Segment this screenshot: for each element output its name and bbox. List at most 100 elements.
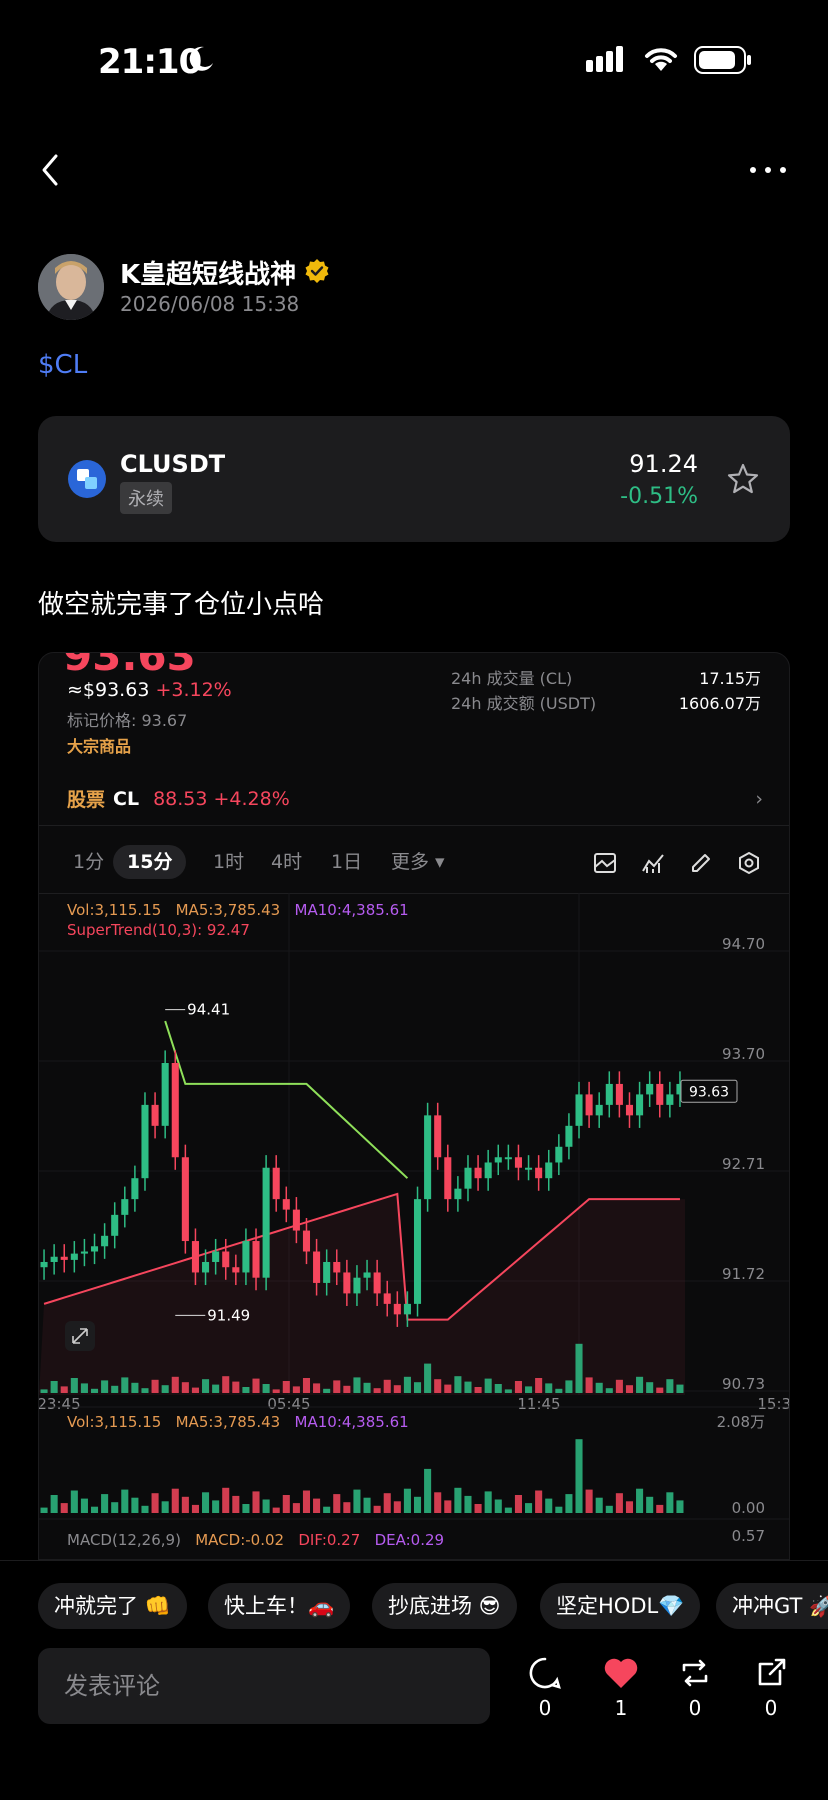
volume-bar-lower (444, 1500, 452, 1513)
volume-bar (202, 1379, 210, 1393)
more-icon[interactable] (748, 160, 788, 180)
quick-reply-chip[interactable]: 冲就完了 👊 (38, 1583, 187, 1629)
volume-bar-lower (464, 1495, 472, 1513)
candle-body (90, 1246, 99, 1252)
volume-bar (242, 1387, 250, 1393)
volume-bar-lower (555, 1506, 563, 1513)
volume-bar (171, 1376, 179, 1393)
volume-bar (40, 1389, 48, 1393)
volume-bar (80, 1383, 88, 1393)
candle-body (615, 1083, 623, 1105)
volume-bar (343, 1385, 351, 1393)
candle-body (525, 1167, 533, 1170)
volume-bar-lower (636, 1488, 644, 1513)
comment-count: 0 (538, 1696, 552, 1720)
volume-bar-lower (40, 1507, 48, 1513)
star-icon[interactable] (726, 462, 760, 496)
volume-bar-lower (514, 1495, 522, 1513)
volume-bar-lower (60, 1503, 68, 1513)
quick-reply-chip[interactable]: 冲冲GT 🚀 (716, 1583, 828, 1629)
macd-axis-top: 0.57 (732, 1527, 765, 1545)
like-count: 1 (614, 1696, 628, 1720)
back-icon[interactable] (36, 150, 66, 190)
candle-body (40, 1261, 48, 1268)
volume-bar (413, 1382, 422, 1393)
volume-bar (484, 1378, 492, 1393)
y-tick-label: 94.70 (722, 935, 765, 953)
volume-bar-lower (121, 1489, 129, 1513)
volume-bar-lower (666, 1492, 674, 1513)
candle-body (141, 1104, 149, 1179)
volume-bar (454, 1376, 462, 1393)
low-label: 91.49 (207, 1306, 250, 1324)
comment-input[interactable]: 发表评论 (38, 1648, 490, 1724)
quick-reply-chip[interactable]: 快上车！🚗 (208, 1583, 351, 1629)
candle-body (151, 1104, 159, 1126)
bottom-action-bar: 发表评论 0 1 0 0 (0, 1648, 828, 1800)
y-tick-label: 92.71 (722, 1155, 765, 1173)
candle-body (242, 1241, 250, 1273)
volume-bar-lower (403, 1488, 411, 1513)
candle-body (625, 1104, 634, 1116)
candle-body (252, 1241, 260, 1278)
volume-bar (383, 1379, 391, 1393)
volume-bar (464, 1381, 472, 1393)
like-button[interactable]: 1 (596, 1656, 646, 1720)
ticker-tag-link[interactable]: $CL (38, 350, 87, 380)
volume-bar-lower (504, 1507, 512, 1513)
market-card[interactable]: CLUSDT 永续 91.24 -0.51% (38, 416, 790, 542)
candle-body (474, 1167, 482, 1179)
share-button[interactable]: 0 (746, 1656, 796, 1720)
volume-bar-lower (656, 1504, 664, 1513)
volume-bar (353, 1377, 361, 1393)
supertrend-up-line (164, 1020, 409, 1179)
market-symbol: CLUSDT (120, 450, 226, 478)
post-date: 2026/06/08 15:38 (120, 292, 300, 316)
volume-bar-lower (484, 1491, 492, 1513)
volume-bar (232, 1381, 240, 1393)
volume-bar-lower (191, 1504, 199, 1513)
volume-bar-lower (302, 1490, 311, 1513)
comment-button[interactable]: 0 (520, 1656, 570, 1720)
candle-body (494, 1157, 502, 1163)
volume-bar-lower (242, 1504, 250, 1513)
candle-body (161, 1062, 169, 1126)
share-icon (758, 1658, 786, 1686)
volume-bar-lower (292, 1503, 300, 1513)
candle-body (191, 1241, 199, 1273)
candle-body (636, 1094, 644, 1116)
quick-reply-chip[interactable]: 坚定HODL💎 (540, 1583, 701, 1629)
repost-button[interactable]: 0 (670, 1656, 720, 1720)
candle-body (131, 1178, 139, 1200)
volume-bar (373, 1388, 381, 1393)
candle-body (424, 1115, 432, 1200)
volume-bar-lower (232, 1495, 240, 1513)
volume-bar (444, 1384, 452, 1393)
candle-body (555, 1146, 563, 1163)
volume-bar-lower (676, 1500, 684, 1513)
embedded-chart-image[interactable]: 93.63 ≈$93.63 +3.12% 标记价格: 93.67 大宗商品 24… (38, 652, 790, 1560)
volume-bar-lower (161, 1501, 169, 1513)
candle-body (111, 1214, 119, 1236)
author-name[interactable]: K皇超短线战神 (120, 254, 296, 291)
candle-body (575, 1094, 583, 1126)
candle-body (413, 1199, 422, 1304)
volume-bar (646, 1382, 654, 1393)
candle-body (565, 1125, 573, 1147)
wifi-icon (645, 48, 677, 71)
comment-icon (529, 1657, 561, 1689)
candle-body (121, 1199, 129, 1215)
volume-bar-lower (393, 1501, 401, 1513)
volume-bar (141, 1388, 149, 1393)
candle-body (595, 1104, 603, 1116)
volume-bar-lower (565, 1494, 573, 1513)
volume-bar-lower (262, 1499, 270, 1513)
volume-bar (666, 1379, 674, 1393)
avatar[interactable] (38, 254, 104, 320)
volume-bar-lower (575, 1439, 583, 1513)
volume-bar-lower (90, 1506, 99, 1513)
volume-bar (595, 1382, 603, 1393)
quick-reply-chip[interactable]: 抄底进场 😎 (372, 1583, 517, 1629)
signal-icon (586, 46, 623, 72)
volume-bar (434, 1379, 442, 1393)
